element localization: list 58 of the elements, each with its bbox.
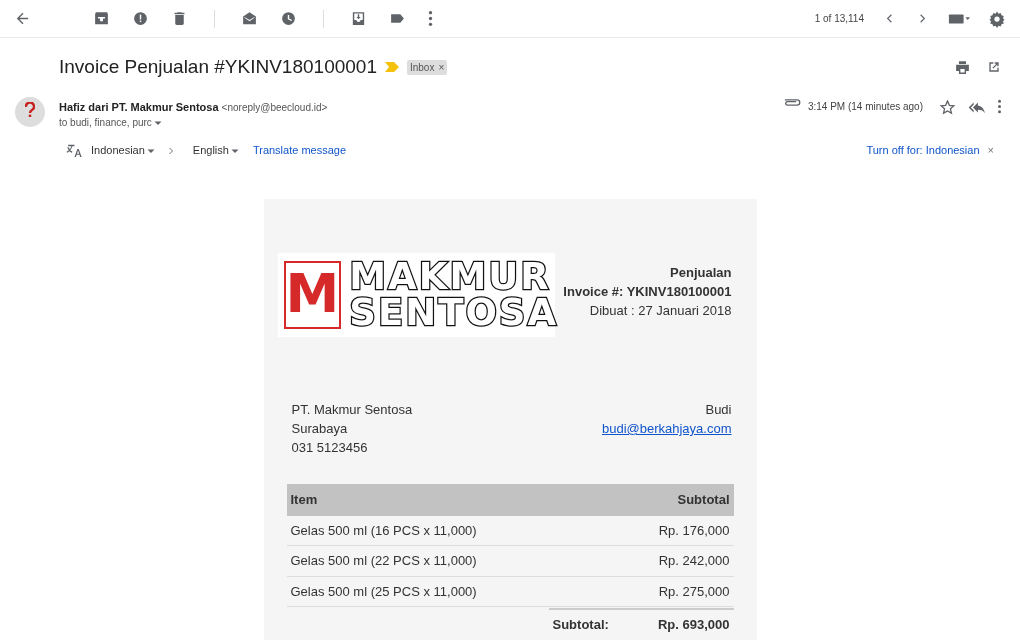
buyer-name: Budi [704,401,732,419]
mark-unread-icon [241,10,258,27]
source-language-dropdown[interactable]: Indonesian [91,142,157,159]
settings-button[interactable] [988,9,1006,28]
settings-icon [988,9,1006,28]
label-text: Inbox [409,60,435,75]
snooze-icon [280,10,297,27]
move-to-button[interactable] [350,10,367,27]
unknown-sender-icon [25,102,35,118]
more-options-button[interactable] [997,98,1002,114]
logo-mark: M [283,261,342,329]
target-language-dropdown[interactable]: English [192,142,241,159]
close-button[interactable]: × [987,142,994,159]
sender-email: <noreply@beecloud.id> [221,101,328,113]
table-cell: Gelas 500 ml (16 PCS x 11,000) [286,515,605,546]
snooze-button[interactable] [280,10,297,27]
translate-message-link[interactable]: Translate message [252,142,347,159]
star-button[interactable] [939,98,956,116]
message-time: 3:14 PM (14 minutes ago) [807,99,923,114]
back-icon [14,10,31,27]
move-to-icon [350,10,367,27]
turn-off-translation-link[interactable]: Turn off for: Indonesian [866,142,980,159]
table-cell: Rp. 242,000 [604,545,734,576]
recipients-text: to budi, finance, purc [59,116,152,130]
seller-detail: PT. Makmur Sentosa [291,401,413,419]
logo-word: SENTOSA [349,295,559,331]
more-button[interactable] [428,10,433,27]
invoice-header-line: Dibuat : 27 Januari 2018 [588,302,732,320]
buyer-email-link[interactable]: budi@berkahjaya.com [601,421,732,436]
sender-name: Hafiz dari PT. Makmur Sentosa [59,100,219,113]
subtotal-label: Subtotal: [551,616,609,634]
email-subject: Invoice Penjualan #YKINV180100001 [59,55,377,79]
spam-icon [132,10,149,27]
column-header: Item [286,484,605,516]
invoice-header-line: Penjualan [669,264,732,282]
archive-icon [93,10,110,27]
table-cell: Rp. 275,000 [604,576,734,607]
logo-word: MAKMUR [349,259,551,295]
more-options-icon [997,98,1002,114]
print-icon [954,58,971,76]
table-cell: Gelas 500 ml (22 PCS x 11,000) [286,545,605,576]
more-icon [428,10,433,27]
spam-button[interactable] [132,10,149,27]
important-marker-icon[interactable] [384,62,399,73]
subtotal-value: Rp. 693,000 [657,616,731,634]
seller-detail: Surabaya [291,420,349,438]
mark-unread-button[interactable] [241,10,258,27]
archive-button[interactable] [93,10,110,27]
remove-label-button[interactable]: × [438,59,445,75]
invoice-header-line: Invoice #: YKINV180100001 [563,283,732,301]
translate-icon [66,142,83,159]
seller-detail: 031 5123456 [291,439,369,457]
print-button[interactable] [954,58,971,76]
table-cell: Gelas 500 ml (25 PCS x 11,000) [286,576,605,607]
pagination-text: 1 of 13,114 [814,12,864,26]
back-button[interactable] [14,10,31,27]
table-cell: Rp. 176,000 [604,515,734,546]
column-header: Subtotal [604,484,734,516]
